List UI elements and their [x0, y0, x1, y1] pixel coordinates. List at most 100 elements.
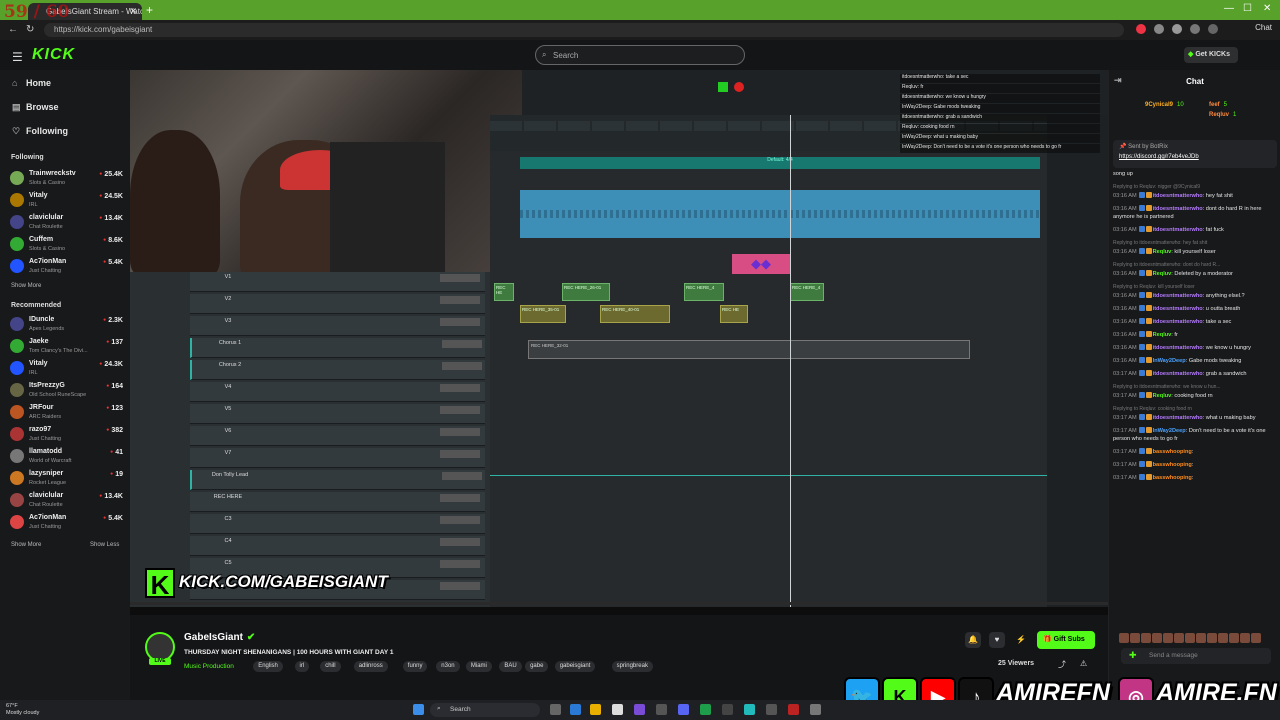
emote-bar[interactable] — [1119, 630, 1277, 643]
url-field[interactable]: https://kick.com/gabeisgiant — [44, 23, 1124, 37]
message-username[interactable]: basswhooping — [1153, 449, 1192, 455]
app-icon[interactable] — [810, 704, 821, 715]
weather-widget[interactable]: 67°F Mostly cloudy — [6, 703, 39, 717]
menu-icon[interactable]: ☰ — [12, 50, 23, 64]
recommended-channel[interactable]: claviclular Chat Roulette 13.4K — [10, 491, 125, 513]
message-username[interactable]: itdoesntmatterwho — [1153, 371, 1203, 377]
browser-chat-button[interactable]: Chat — [1255, 23, 1272, 32]
message-username[interactable]: itdoesntmatterwho — [1153, 415, 1203, 421]
app-icon[interactable] — [744, 704, 755, 715]
following-channel[interactable]: Ac7ionMan Just Chatting 5.4K — [10, 257, 125, 279]
stream-tag[interactable]: Miami — [465, 661, 492, 672]
bell-icon[interactable]: 🔔 — [965, 632, 981, 648]
recommended-channel[interactable]: ItsPrezzyG Old School RuneScape 164 — [10, 381, 125, 403]
recommended-channel[interactable]: IDuncle Apex Legends 2.3K — [10, 315, 125, 337]
message-username[interactable]: Reqluv — [1153, 249, 1172, 255]
recommended-channel[interactable]: Vitaly IRL 24.3K — [10, 359, 125, 381]
close-window-icon[interactable]: ✕ — [1263, 3, 1271, 14]
stream-tag[interactable]: English — [253, 661, 283, 672]
chrome-icon[interactable] — [612, 704, 623, 715]
message-username[interactable]: itdoesntmatterwho — [1153, 306, 1203, 312]
extension-icon[interactable] — [1172, 24, 1182, 34]
stream-tag[interactable]: BAU — [499, 661, 522, 672]
message-username[interactable]: InWay2Deep — [1153, 428, 1186, 434]
app-icon[interactable] — [656, 704, 667, 715]
message-username[interactable]: InWay2Deep — [1153, 358, 1186, 364]
stream-tag[interactable]: gabeisgiant — [554, 661, 596, 672]
following-channel[interactable]: Cuffem Slots & Casino 8.6K — [10, 235, 125, 257]
app-icon[interactable] — [634, 704, 645, 715]
stream-tag[interactable]: funny — [402, 661, 428, 672]
app-icon[interactable] — [700, 704, 711, 715]
stream-tag[interactable]: chill — [320, 661, 341, 672]
extension-icon[interactable] — [1154, 24, 1164, 34]
reload-icon[interactable]: ↻ — [26, 24, 34, 35]
video-player[interactable]: V1 V2 V3 Chorus 1 Chorus 2 V4 V5 V6 V7 Don Tolly … — [130, 70, 1108, 615]
message-username[interactable]: itdoesntmatterwho — [1153, 319, 1203, 325]
stream-tag[interactable]: springbreak — [611, 661, 653, 672]
following-channel[interactable]: Vitaly IRL 24.5K — [10, 191, 125, 213]
extension-icon[interactable] — [1190, 24, 1200, 34]
following-channel[interactable]: Trainwreckstv Slots & Casino 25.4K — [10, 169, 125, 191]
get-kicks-button[interactable]: ◆ Get KICKs — [1184, 47, 1238, 63]
stream-tag[interactable]: irl — [294, 661, 310, 672]
stream-tag[interactable]: n3on — [436, 661, 460, 672]
gift-subs-button[interactable]: 🎁 Gift Subs — [1037, 631, 1095, 649]
kick-logo[interactable]: KICK — [32, 46, 75, 64]
app-icon[interactable] — [788, 704, 799, 715]
recommended-channel[interactable]: lazysniper Rocket League 19 — [10, 469, 125, 491]
emote-picker-icon[interactable]: ✚ — [1129, 650, 1137, 661]
message-username[interactable]: itdoesntmatterwho — [1153, 345, 1203, 351]
share-icon[interactable]: ⤴ — [1058, 659, 1066, 670]
message-username[interactable]: itdoesntmatterwho — [1153, 293, 1203, 299]
show-less-button[interactable]: Show Less — [90, 542, 119, 548]
stream-category[interactable]: Music Production — [184, 663, 234, 670]
stream-tag[interactable]: adlinross — [353, 661, 388, 672]
message-username[interactable]: Reqluv — [1153, 332, 1172, 338]
close-tab-icon[interactable]: ✕ — [129, 6, 137, 17]
windows-start-icon[interactable] — [413, 704, 424, 715]
message-username[interactable]: Reqluv — [1153, 271, 1172, 277]
message-username[interactable]: itdoesntmatterwho — [1153, 206, 1203, 212]
recommended-channel[interactable]: Ac7ionMan Just Chatting 5.4K — [10, 513, 125, 535]
message-username[interactable]: basswhooping — [1153, 475, 1192, 481]
taskbar-search[interactable]: ⌕ Search — [430, 703, 540, 717]
badge-icon — [1145, 226, 1152, 232]
task-view-icon[interactable] — [550, 704, 561, 715]
discord-icon[interactable] — [678, 704, 689, 715]
following-channel[interactable]: claviclular Chat Roulette 13.4K — [10, 213, 125, 235]
edge-icon[interactable] — [570, 704, 581, 715]
gift-icon[interactable]: ⚡ — [1013, 632, 1029, 648]
recommended-channel[interactable]: llamatodd World of Warcraft 41 — [10, 447, 125, 469]
report-icon[interactable]: ⚠ — [1080, 659, 1087, 668]
message-username[interactable]: basswhooping — [1153, 462, 1192, 468]
recommended-channel[interactable]: Jaeke Tom Clancy's The Divi... 137 — [10, 337, 125, 359]
show-more-button[interactable]: Show More — [11, 542, 41, 548]
chat-input[interactable]: ✚ Send a message — [1121, 648, 1271, 664]
extension-icon[interactable] — [1136, 24, 1146, 34]
explorer-icon[interactable] — [590, 704, 601, 715]
extension-icon[interactable] — [1208, 24, 1218, 34]
recommended-channel[interactable]: razo97 Just Chatting 382 — [10, 425, 125, 447]
stream-tag[interactable]: gabe — [525, 661, 549, 672]
message-username[interactable]: itdoesntmatterwho — [1153, 227, 1203, 233]
app-icon[interactable] — [722, 704, 733, 715]
streamer-name[interactable]: GabeIsGiant ✔ — [184, 632, 255, 643]
recommended-channel[interactable]: JRFour ARC Raiders 123 — [10, 403, 125, 425]
new-tab-icon[interactable]: + — [146, 3, 153, 17]
sidebar-item-following[interactable]: ♡ Following — [12, 126, 68, 137]
search-input[interactable]: ⌕ Search — [535, 45, 745, 65]
sidebar-item-browse[interactable]: ▤ Browse — [12, 102, 59, 113]
app-icon[interactable] — [766, 704, 777, 715]
sidebar-item-home[interactable]: ⌂ Home — [12, 78, 51, 88]
maximize-icon[interactable]: ☐ — [1243, 3, 1252, 14]
show-more-button[interactable]: Show More — [11, 283, 41, 289]
message-username[interactable]: itdoesntmatterwho — [1153, 193, 1203, 199]
back-icon[interactable]: ← — [8, 24, 18, 35]
player-progress[interactable] — [130, 602, 1108, 605]
heart-icon[interactable]: ♥ — [989, 632, 1005, 648]
minimize-icon[interactable]: — — [1224, 3, 1234, 14]
collapse-chat-icon[interactable]: ⇥ — [1114, 75, 1122, 86]
pinned-link[interactable]: https://discord.gg/r7eb4veJDb — [1119, 154, 1271, 160]
message-username[interactable]: Reqluv — [1153, 393, 1172, 399]
